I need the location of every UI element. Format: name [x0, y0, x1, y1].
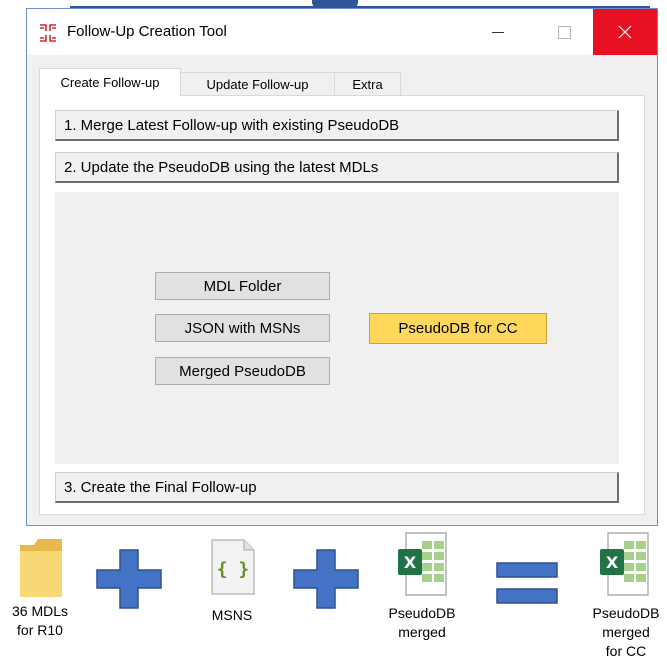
minimize-icon [492, 31, 504, 33]
minimize-button[interactable] [475, 9, 521, 55]
close-button[interactable] [593, 9, 657, 55]
maximize-icon [557, 25, 571, 39]
create-final-follow-up-button[interactable]: 3. Create the Final Follow-up [55, 472, 619, 503]
mdl-folder-button[interactable]: MDL Folder [155, 272, 330, 300]
excel-cc-label: PseudoDB merged for CC [592, 605, 660, 659]
merged-pseudodb-button[interactable]: Merged PseudoDB [155, 357, 330, 385]
pseudodb-for-cc-button[interactable]: PseudoDB for CC [369, 313, 547, 344]
excel-merged-label: PseudoDB merged [388, 605, 456, 640]
update-pseudodb-button[interactable]: 2. Update the PseudoDB using the latest … [55, 152, 619, 183]
json-msns-button[interactable]: JSON with MSNs [155, 314, 330, 342]
excel-file-icon: X [398, 532, 447, 596]
close-icon [618, 25, 632, 39]
update-section-panel: MDL Folder JSON with MSNs Merged PseudoD… [55, 192, 619, 464]
folder-label: 36 MDLs for R10 [11, 603, 69, 638]
plus-icon [96, 549, 162, 609]
title-bar[interactable]: Follow-Up Creation Tool [27, 9, 657, 55]
svg-text:X: X [606, 553, 619, 572]
json-label: MSNS [211, 607, 253, 623]
excel-file-icon: X [600, 532, 649, 596]
app-grid-icon [40, 24, 56, 42]
equals-icon [496, 562, 558, 604]
svg-text:{ }: { } [217, 559, 250, 580]
json-file-icon: { } [211, 539, 255, 595]
folder-icon [20, 539, 62, 597]
maximize-button[interactable] [541, 9, 587, 55]
plus-icon [293, 549, 359, 609]
follow-up-tool-window: Follow-Up Creation Tool Create Follow-up… [26, 8, 658, 526]
tab-extra[interactable]: Extra [334, 72, 401, 96]
svg-text:X: X [404, 553, 417, 572]
merge-follow-up-button[interactable]: 1. Merge Latest Follow-up with existing … [55, 110, 619, 141]
slide-title-fragment [312, 0, 358, 8]
tab-create-follow-up[interactable]: Create Follow-up [39, 68, 181, 96]
window-title: Follow-Up Creation Tool [67, 23, 227, 40]
tab-update-follow-up[interactable]: Update Follow-up [180, 72, 335, 96]
